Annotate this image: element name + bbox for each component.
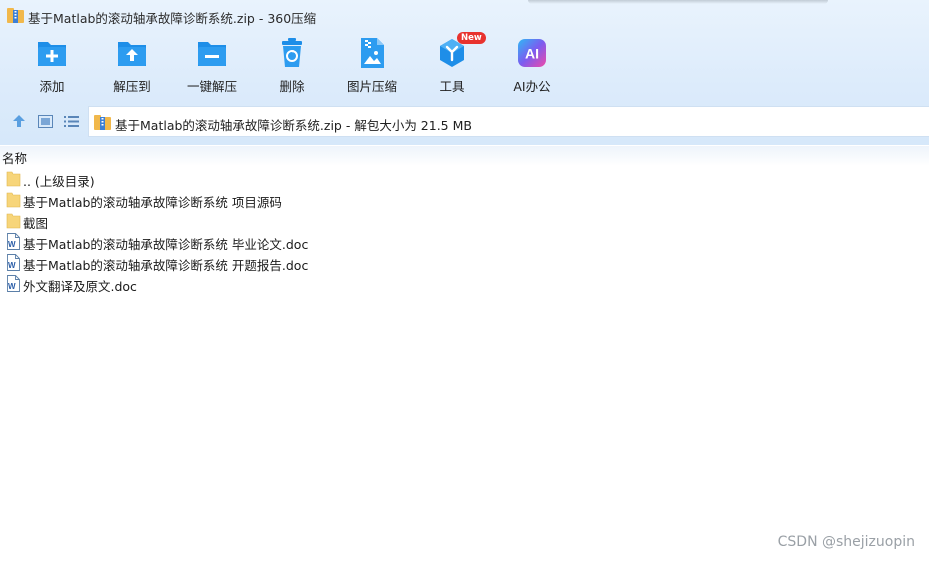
extract-to-icon [118, 42, 146, 66]
svg-text:W: W [8, 261, 16, 270]
word-doc-icon: W [7, 275, 20, 292]
zip-archive-icon [94, 115, 111, 130]
title-bar: 基于Matlab的滚动轴承故障诊断系统.zip - 360压缩 [0, 0, 929, 32]
list-item[interactable]: 截图 [0, 210, 929, 231]
up-level-button[interactable] [10, 112, 28, 130]
tools-button[interactable]: New 工具 [412, 32, 492, 98]
add-icon [38, 42, 66, 66]
overlay-shadow [528, 0, 828, 4]
watermark-text: CSDN @shejizuopin [777, 534, 915, 550]
window-title: 基于Matlab的滚动轴承故障诊断系统.zip - 360压缩 [28, 11, 317, 26]
folder-icon [6, 171, 21, 187]
list-item[interactable]: W 外文翻译及原文.doc [0, 273, 929, 294]
delete-label: 删除 [279, 79, 305, 94]
arrow-up-icon [13, 115, 25, 127]
one-click-extract-button[interactable]: 一键解压 [172, 36, 252, 98]
ai-office-icon: AI [518, 39, 546, 67]
address-path: 基于Matlab的滚动轴承故障诊断系统.zip - 解包大小为 21.5 MB [115, 118, 472, 133]
zip-archive-icon [7, 8, 24, 23]
list-item[interactable]: .. (上级目录) [0, 168, 929, 189]
delete-icon [282, 38, 302, 67]
list-item-name: 外文翻译及原文.doc [23, 279, 137, 294]
list-item[interactable]: W 基于Matlab的滚动轴承故障诊断系统 开题报告.doc [0, 252, 929, 273]
ai-glyph: AI [525, 46, 539, 62]
image-compress-icon [361, 38, 384, 68]
list-item-name: 基于Matlab的滚动轴承故障诊断系统 项目源码 [23, 195, 282, 210]
list-item-name: .. (上级目录) [23, 174, 95, 189]
address-bar[interactable]: 基于Matlab的滚动轴承故障诊断系统.zip - 解包大小为 21.5 MB [88, 106, 929, 137]
folder-icon [6, 213, 21, 229]
tools-label: 工具 [439, 79, 465, 94]
extract-to-label: 解压到 [113, 79, 151, 94]
word-doc-icon: W [7, 254, 20, 271]
one-click-extract-label: 一键解压 [186, 79, 237, 94]
list-item-name: 截图 [23, 216, 49, 231]
ai-office-button[interactable]: AI AI办公 [492, 36, 572, 98]
list-header: 名称 [0, 146, 929, 166]
list-item[interactable]: 基于Matlab的滚动轴承故障诊断系统 项目源码 [0, 189, 929, 210]
extract-to-button[interactable]: 解压到 [92, 36, 172, 98]
thumbnail-view-icon [37, 114, 53, 128]
navigation-row: 基于Matlab的滚动轴承故障诊断系统.zip - 解包大小为 21.5 MB [0, 106, 929, 137]
toolbar: 添加 解压到 一键解压 删除 图片压缩 New 工具 AI AI办公 [0, 32, 929, 98]
svg-text:W: W [8, 240, 16, 249]
list-item-name: 基于Matlab的滚动轴承故障诊断系统 毕业论文.doc [23, 237, 309, 252]
top-chrome: 基于Matlab的滚动轴承故障诊断系统.zip - 360压缩 添加 解压到 一… [0, 0, 929, 145]
word-doc-icon: W [7, 233, 20, 250]
image-compress-button[interactable]: 图片压缩 [332, 36, 412, 98]
svg-text:W: W [8, 282, 16, 291]
list-view-button[interactable] [62, 112, 80, 130]
ai-office-label: AI办公 [513, 79, 551, 94]
list-item-name: 基于Matlab的滚动轴承故障诊断系统 开题报告.doc [23, 258, 309, 273]
new-badge: New [457, 32, 486, 44]
list-item[interactable]: W 基于Matlab的滚动轴承故障诊断系统 毕业论文.doc [0, 231, 929, 252]
delete-button[interactable]: 删除 [252, 36, 332, 98]
add-button[interactable]: 添加 [12, 36, 92, 98]
folder-icon [6, 192, 21, 208]
thumbnail-view-button[interactable] [36, 112, 54, 130]
list-view-icon [63, 115, 79, 127]
column-name-header[interactable]: 名称 [2, 148, 27, 167]
add-label: 添加 [39, 79, 65, 94]
image-compress-label: 图片压缩 [346, 79, 397, 94]
one-click-extract-icon [198, 42, 226, 66]
